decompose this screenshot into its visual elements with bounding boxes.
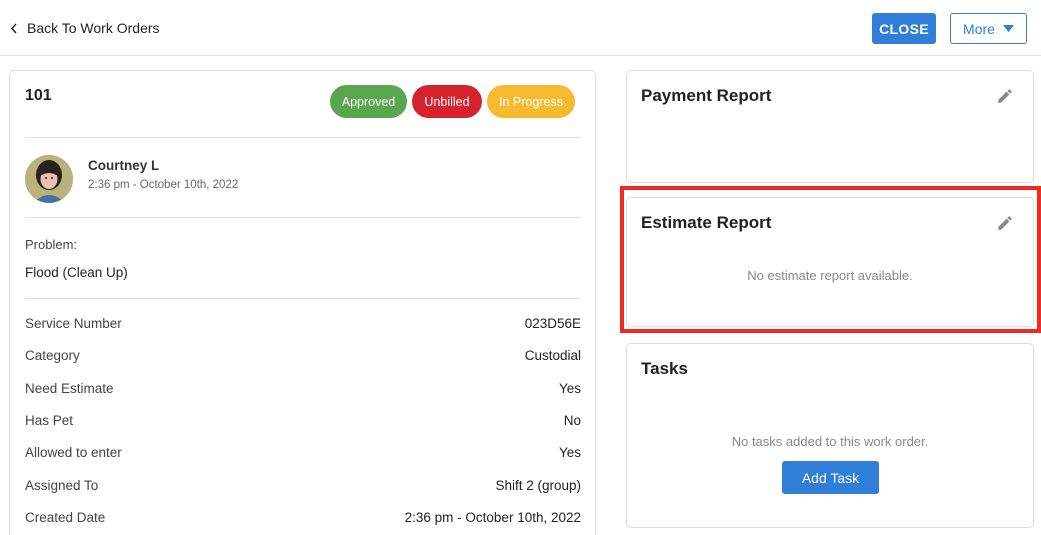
tasks-card: Tasks No tasks added to this work order.…: [626, 343, 1034, 528]
detail-value: 2:36 pm - October 10th, 2022: [404, 510, 581, 525]
back-to-work-orders-link[interactable]: Back To Work Orders: [10, 20, 160, 36]
detail-row-allowed-to-enter: Allowed to enter Yes: [25, 445, 581, 465]
payment-report-card: Payment Report: [626, 70, 1034, 183]
detail-row-created-date: Created Date 2:36 pm - October 10th, 202…: [25, 510, 581, 530]
divider: [25, 217, 581, 218]
pencil-icon[interactable]: [996, 87, 1014, 105]
add-task-button[interactable]: Add Task: [782, 461, 879, 494]
work-order-details-card: 101 Approved Unbilled In Progress Courtn…: [9, 70, 596, 535]
close-button[interactable]: CLOSE: [872, 13, 936, 44]
status-badge-in-progress: In Progress: [487, 85, 575, 118]
detail-label: Created Date: [25, 510, 106, 525]
problem-value: Flood (Clean Up): [25, 265, 128, 280]
divider: [25, 137, 581, 138]
more-label: More: [963, 20, 995, 37]
detail-value: Shift 2 (group): [495, 478, 581, 493]
problem-label: Problem:: [25, 237, 78, 252]
detail-label: Need Estimate: [25, 381, 114, 396]
top-bar: Back To Work Orders CLOSE More: [0, 0, 1041, 56]
detail-label: Service Number: [25, 316, 122, 331]
detail-value: 023D56E: [524, 316, 581, 331]
detail-value: Custodial: [524, 348, 581, 363]
more-dropdown-button[interactable]: More: [950, 13, 1027, 44]
work-order-number: 101: [25, 87, 52, 104]
status-badge-unbilled: Unbilled: [412, 85, 482, 118]
tasks-empty-message: No tasks added to this work order.: [731, 434, 929, 449]
status-badges: Approved Unbilled In Progress: [330, 85, 575, 118]
detail-row-assigned-to: Assigned To Shift 2 (group): [25, 478, 581, 498]
user-name: Courtney L: [88, 158, 160, 173]
status-badge-approved: Approved: [330, 85, 407, 118]
payment-report-title: Payment Report: [641, 86, 772, 105]
tasks-title: Tasks: [641, 359, 688, 378]
back-label: Back To Work Orders: [27, 20, 160, 36]
user-timestamp: 2:36 pm - October 10th, 2022: [88, 179, 239, 191]
detail-row-has-pet: Has Pet No: [25, 413, 581, 433]
detail-row-need-estimate: Need Estimate Yes: [25, 381, 581, 401]
divider: [25, 298, 581, 299]
detail-value: No: [563, 413, 581, 428]
caret-down-icon: [1002, 25, 1014, 32]
avatar: [25, 155, 73, 203]
detail-row-category: Category Custodial: [25, 348, 581, 368]
chevron-left-icon: [10, 23, 17, 33]
detail-label: Category: [25, 348, 80, 363]
detail-row-service-number: Service Number 023D56E: [25, 316, 581, 336]
detail-label: Allowed to enter: [25, 445, 122, 460]
detail-value: Yes: [558, 445, 581, 460]
detail-label: Assigned To: [25, 478, 99, 493]
detail-label: Has Pet: [25, 413, 74, 428]
estimate-report-highlight: [620, 186, 1041, 333]
detail-value: Yes: [558, 381, 581, 396]
